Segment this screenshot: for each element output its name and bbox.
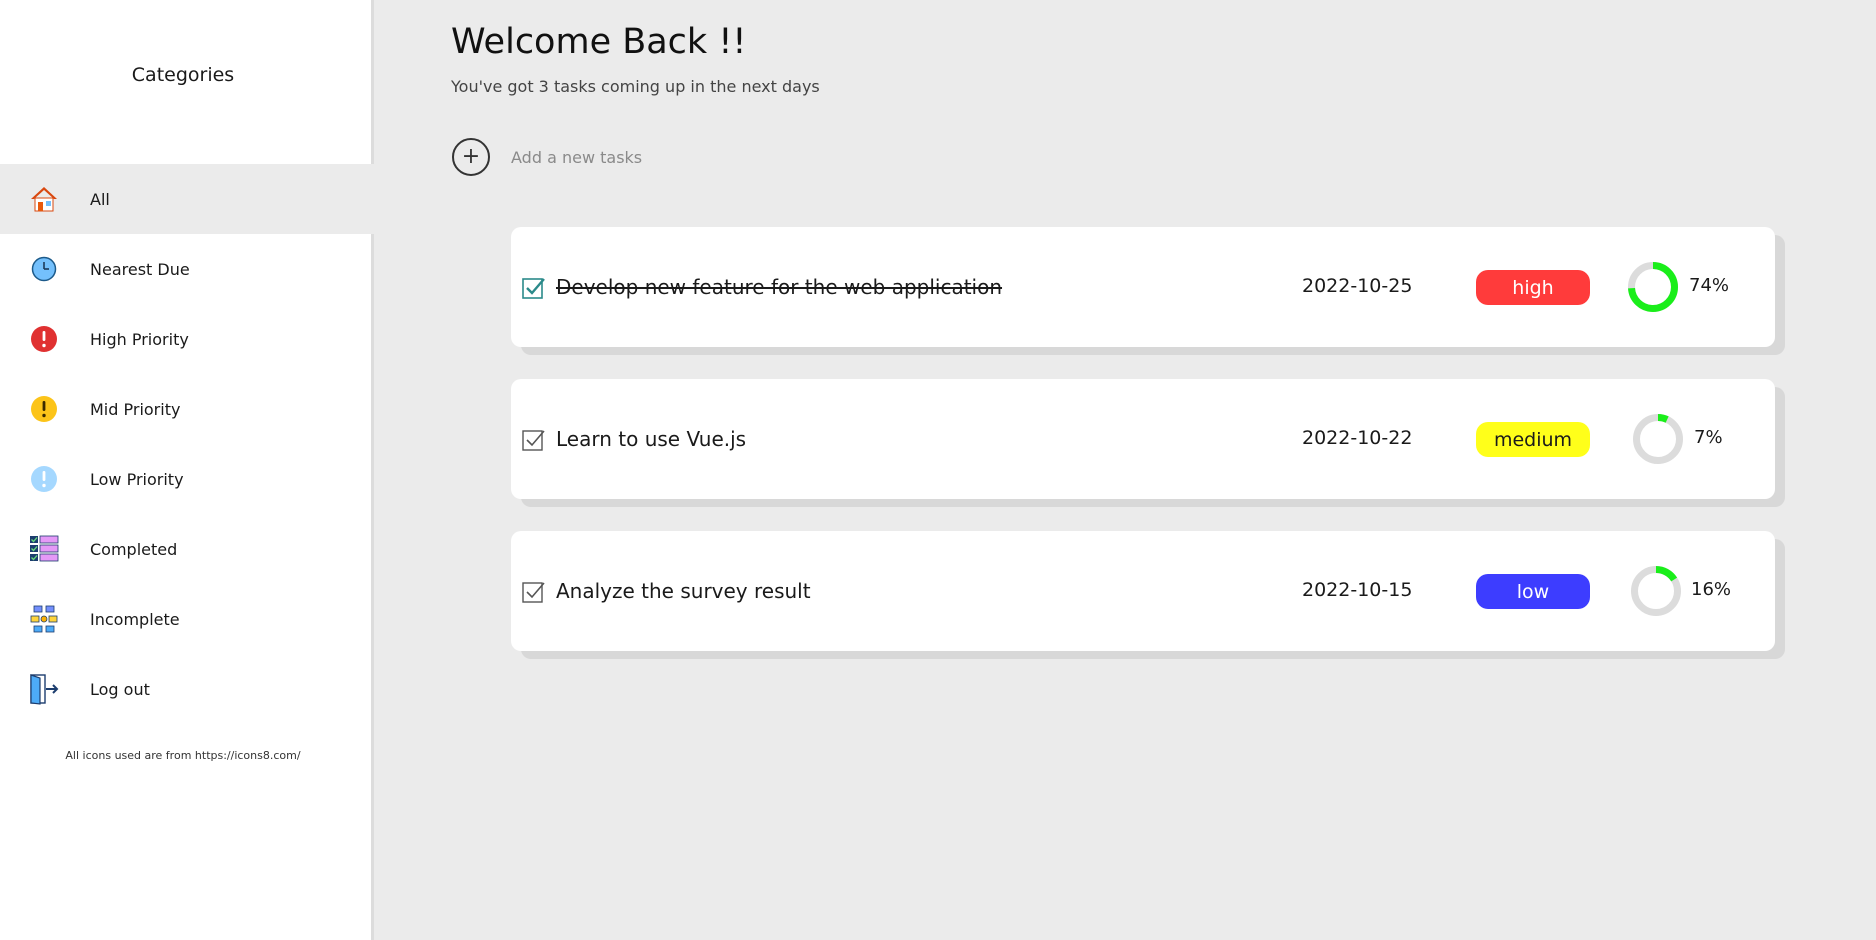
task-list: Develop new feature for the web applicat… — [511, 227, 1775, 683]
progress-label: 7% — [1694, 427, 1723, 448]
category-list: All Nearest Due High Priority Mid Priori… — [0, 164, 374, 724]
task-checkbox[interactable] — [522, 428, 546, 452]
progress-label: 74% — [1689, 275, 1730, 296]
sidebar: Categories All Nearest Due High Priority… — [0, 0, 374, 940]
sidebar-item-label: Completed — [90, 539, 178, 559]
task-checkbox-checked[interactable] — [522, 276, 546, 300]
add-task-label: Add a new tasks — [511, 147, 643, 167]
home-icon — [28, 183, 60, 215]
sidebar-item-label: Log out — [90, 679, 150, 699]
incomplete-icon — [28, 603, 60, 635]
sidebar-item-incomplete[interactable]: Incomplete — [0, 584, 374, 654]
task-name: Develop new feature for the web applicat… — [556, 275, 1003, 299]
progress-label: 16% — [1691, 579, 1732, 600]
sidebar-item-mid-priority[interactable]: Mid Priority — [0, 374, 374, 444]
clock-icon — [28, 253, 60, 285]
progress-ring — [1633, 414, 1683, 464]
priority-badge: medium — [1476, 422, 1590, 457]
sidebar-item-completed[interactable]: Completed — [0, 514, 374, 584]
sidebar-item-all[interactable]: All — [0, 164, 374, 234]
task-due-date: 2022-10-22 — [1302, 427, 1413, 449]
low-priority-icon — [28, 463, 60, 495]
progress-ring — [1631, 566, 1681, 616]
priority-badge: high — [1476, 270, 1590, 305]
sidebar-item-logout[interactable]: Log out — [0, 654, 374, 724]
priority-badge: low — [1476, 574, 1590, 609]
task-card[interactable]: Develop new feature for the web applicat… — [511, 227, 1775, 347]
high-priority-icon — [28, 323, 60, 355]
sidebar-item-label: All — [90, 189, 110, 209]
task-checkbox[interactable] — [522, 580, 546, 604]
task-card[interactable]: Learn to use Vue.js 2022-10-22 medium 7% — [511, 379, 1775, 499]
sidebar-title: Categories — [131, 64, 235, 86]
mid-priority-icon — [28, 393, 60, 425]
sidebar-item-nearest-due[interactable]: Nearest Due — [0, 234, 374, 304]
icon-credit: All icons used are from https://icons8.c… — [65, 749, 301, 762]
completed-list-icon — [28, 533, 60, 565]
task-due-date: 2022-10-25 — [1302, 275, 1413, 297]
page-subtitle: You've got 3 tasks coming up in the next… — [451, 77, 820, 96]
sidebar-item-label: Nearest Due — [90, 259, 190, 279]
sidebar-item-low-priority[interactable]: Low Priority — [0, 444, 374, 514]
page-title: Welcome Back !! — [451, 22, 747, 62]
sidebar-item-label: High Priority — [90, 329, 189, 349]
task-name: Learn to use Vue.js — [556, 427, 747, 451]
add-task-button[interactable]: + Add a new tasks — [452, 138, 642, 176]
plus-icon[interactable]: + — [452, 138, 490, 176]
task-card[interactable]: Analyze the survey result 2022-10-15 low… — [511, 531, 1775, 651]
sidebar-item-label: Incomplete — [90, 609, 180, 629]
sidebar-item-label: Low Priority — [90, 469, 184, 489]
progress-ring — [1628, 262, 1678, 312]
task-name: Analyze the survey result — [556, 579, 811, 603]
sidebar-item-label: Mid Priority — [90, 399, 181, 419]
sidebar-item-high-priority[interactable]: High Priority — [0, 304, 374, 374]
task-due-date: 2022-10-15 — [1302, 579, 1413, 601]
logout-door-icon — [28, 673, 60, 705]
